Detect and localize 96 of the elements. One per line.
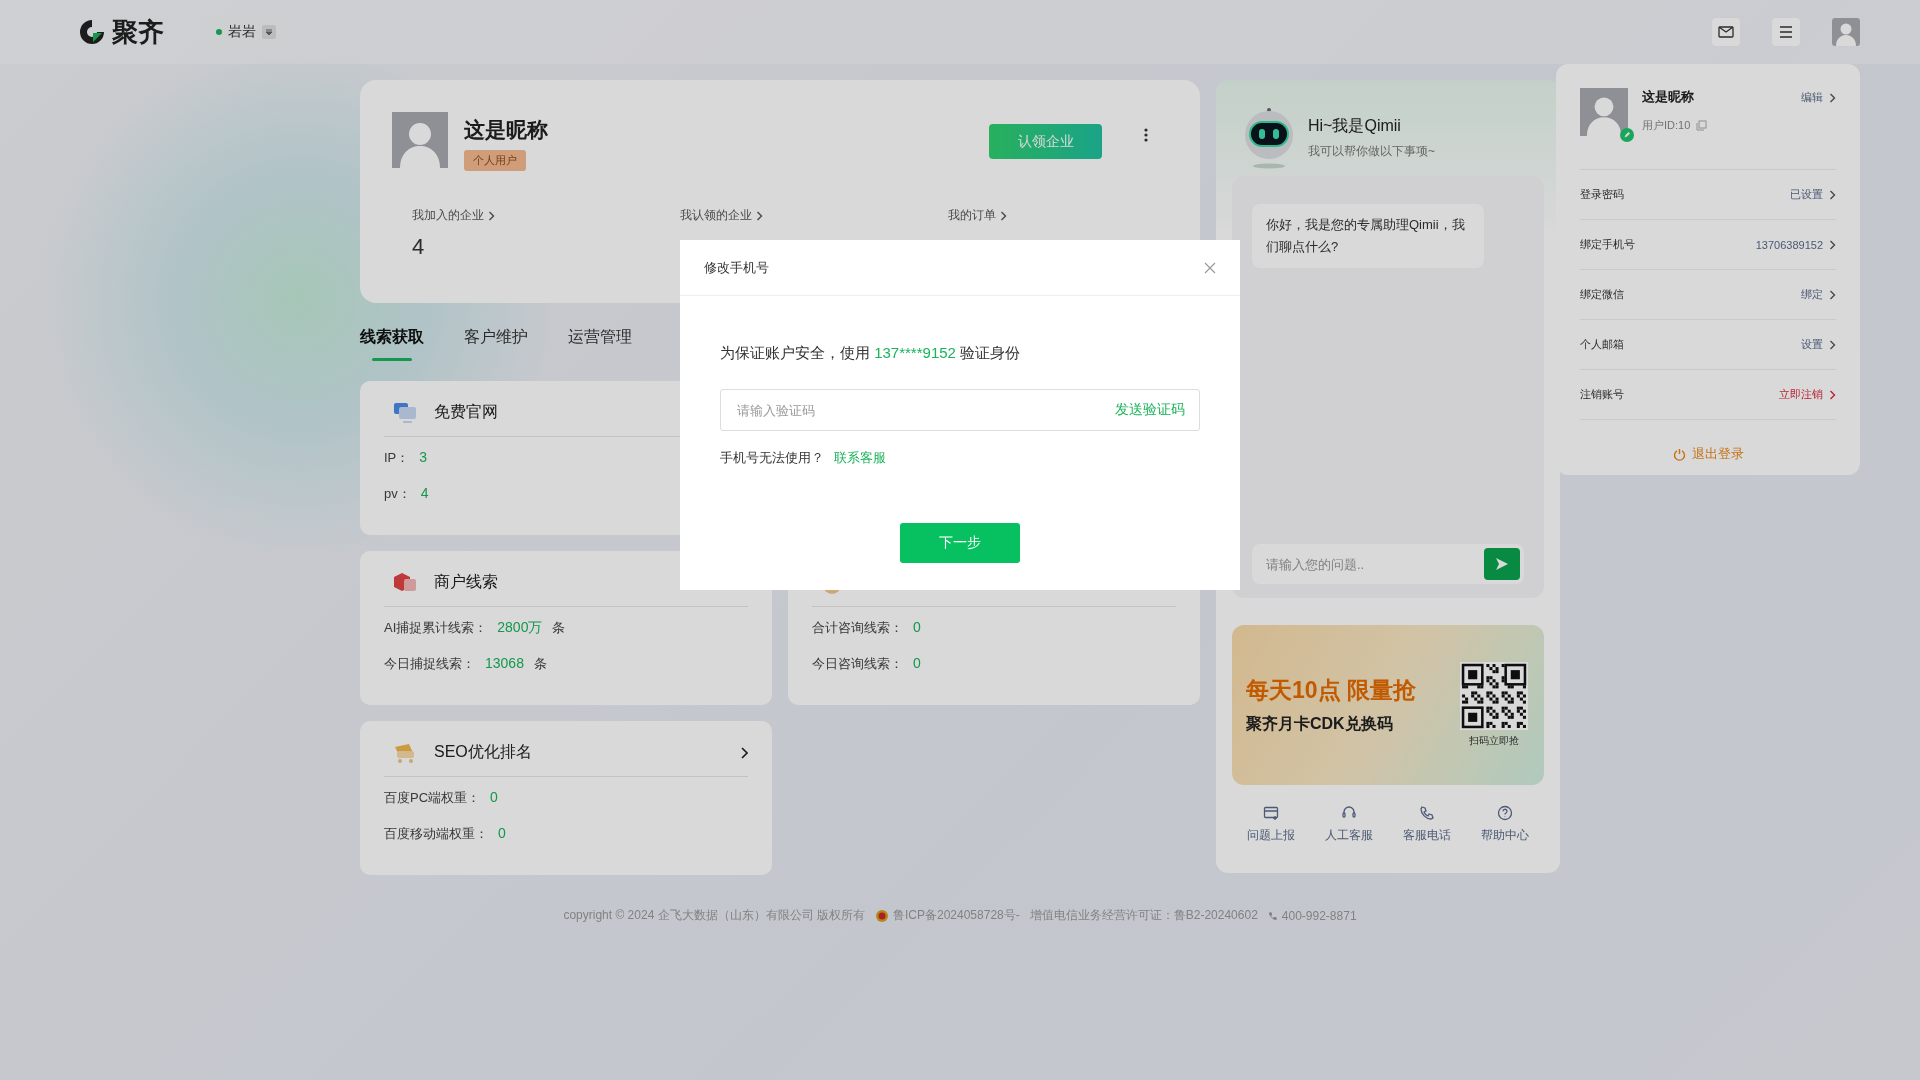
caret-icon[interactable] <box>262 25 276 39</box>
metric-value: 2800万 <box>497 619 543 637</box>
shortcut-link[interactable]: 帮助中心 <box>1481 827 1529 844</box>
chevron-right-icon <box>1829 92 1836 103</box>
chevron-right-icon <box>1829 389 1836 400</box>
metric-value: 0 <box>913 619 921 635</box>
license-text: 增值电信业务经营许可证：鲁B2-20240602 <box>1029 907 1258 924</box>
setting-value[interactable]: 绑定 <box>1801 287 1823 302</box>
metric-value: 3 <box>419 449 428 465</box>
contact-support-link[interactable]: 联系客服 <box>834 449 886 467</box>
chat-message: 你好，我是您的专属助理Qimii，我们聊点什么? <box>1252 204 1484 268</box>
help-icon <box>1497 805 1513 821</box>
stat-label[interactable]: 我加入的企业 <box>412 207 484 224</box>
metric-value: 0 <box>913 655 921 671</box>
metric-value: 4 <box>420 485 429 501</box>
metric-unit: 条 <box>552 619 566 637</box>
user-avatar[interactable] <box>1832 18 1860 46</box>
verification-message: 为保证账户安全，使用 137****9152 验证身份 <box>720 344 1022 363</box>
menu-icon[interactable] <box>1772 18 1800 46</box>
chevron-right-icon <box>1829 339 1836 350</box>
chat-input-bar[interactable]: 请输入您的问题.. <box>1252 544 1524 584</box>
shortcut-link[interactable]: 问题上报 <box>1247 827 1295 844</box>
user-type-badge: 个人用户 <box>464 150 526 171</box>
setting-value[interactable]: 已设置 <box>1790 187 1823 202</box>
phone-icon <box>1419 805 1435 821</box>
metric-label: 百度移动端权重： <box>384 825 488 843</box>
promo-headline: 每天10点 限量抢 <box>1246 676 1417 705</box>
qr-code-drawing <box>1460 662 1528 730</box>
metric-value: 0 <box>490 789 498 805</box>
phone-icon <box>1267 910 1278 921</box>
card-title: 免费官网 <box>434 402 498 422</box>
contact-phone: 400-992-8871 <box>1281 908 1357 923</box>
card-title: SEO优化排名 <box>434 742 532 762</box>
report-icon <box>1263 805 1279 821</box>
setting-label: 绑定手机号 <box>1580 237 1635 252</box>
stat-label[interactable]: 我的订单 <box>948 207 996 224</box>
qr-caption: 扫码立即抢 <box>1469 734 1519 748</box>
setting-label: 绑定微信 <box>1580 287 1624 302</box>
mail-icon[interactable] <box>1712 18 1740 46</box>
close-icon[interactable] <box>1204 261 1216 274</box>
police-emblem-icon <box>875 908 889 923</box>
chevron-right-icon <box>488 210 495 221</box>
metric-value: 0 <box>498 825 506 841</box>
metric-value: 13068 <box>485 655 524 671</box>
setting-value[interactable]: 13706389152 <box>1755 238 1823 251</box>
chevron-right-icon <box>1829 189 1836 200</box>
setting-label: 注销账号 <box>1580 387 1624 402</box>
setting-label: 登录密码 <box>1580 187 1624 202</box>
chevron-right-icon <box>756 210 763 221</box>
shortcut-link[interactable]: 客服电话 <box>1403 827 1451 844</box>
metric-label: 今日捕捉线索： <box>384 655 475 673</box>
help-text: 手机号无法使用？ <box>720 449 824 467</box>
metric-label: pv： <box>384 485 411 503</box>
chevron-right-icon <box>1829 239 1836 250</box>
chevron-right-icon[interactable] <box>740 746 748 759</box>
chevron-right-icon <box>1829 289 1836 300</box>
profile-avatar <box>392 112 448 168</box>
nickname: 这是昵称 <box>464 117 548 143</box>
metric-label: 百度PC端权重： <box>384 789 481 807</box>
assistant-greeting: Hi~我是Qimii <box>1308 116 1402 136</box>
dialog-title: 修改手机号 <box>704 258 769 277</box>
copyright-text: copyright © 2024 企飞大数据（山东）有限公司 版权所有 <box>563 907 865 924</box>
logo-icon <box>78 18 106 46</box>
chevron-right-icon <box>1000 210 1007 221</box>
setting-label: 个人邮箱 <box>1580 337 1624 352</box>
promo-banner[interactable]: 每天10点 限量抢 聚齐月卡CDK兑换码 扫码立即抢 <box>1232 625 1544 785</box>
tab[interactable]: 客户维护 <box>464 327 528 361</box>
shortcut-link[interactable]: 人工客服 <box>1325 827 1373 844</box>
stat-value: 4 <box>412 234 426 260</box>
metric-label: 合计咨询线索： <box>812 619 903 637</box>
menu-avatar <box>1580 88 1628 136</box>
assistant-subtitle: 我可以帮你做以下事项~ <box>1308 143 1435 160</box>
setting-value[interactable]: 立即注销 <box>1779 387 1823 402</box>
promo-subline: 聚齐月卡CDK兑换码 <box>1246 714 1394 734</box>
power-icon <box>1672 447 1686 461</box>
metric-label: 今日咨询线索： <box>812 655 903 673</box>
tab[interactable]: 线索获取 <box>360 327 424 361</box>
metric-unit: 条 <box>533 655 547 673</box>
user-id: 用户ID:10 <box>1642 118 1691 133</box>
chat-input[interactable]: 请输入您的问题.. <box>1264 555 1484 573</box>
card-title: 商户线索 <box>434 572 498 592</box>
stat-label[interactable]: 我认领的企业 <box>680 207 752 224</box>
logo-text: 聚齐 <box>112 15 164 49</box>
metric-label: IP： <box>384 449 410 467</box>
tab[interactable]: 运营管理 <box>568 327 632 361</box>
monitor-icon <box>392 400 418 425</box>
setting-value[interactable]: 设置 <box>1801 337 1823 352</box>
edit-link[interactable]: 编辑 <box>1801 90 1823 105</box>
send-button[interactable] <box>1484 548 1520 580</box>
metric-label: AI捕捉累计线索： <box>384 619 488 637</box>
code-input-field[interactable]: 请输入验证码 发送验证码 <box>720 389 1200 431</box>
menu-nickname: 这是昵称 <box>1642 88 1695 106</box>
send-icon <box>1495 557 1509 571</box>
send-code-button[interactable]: 发送验证码 <box>1115 401 1185 419</box>
robot-icon <box>1244 107 1294 169</box>
edit-badge-icon[interactable] <box>1620 128 1634 142</box>
